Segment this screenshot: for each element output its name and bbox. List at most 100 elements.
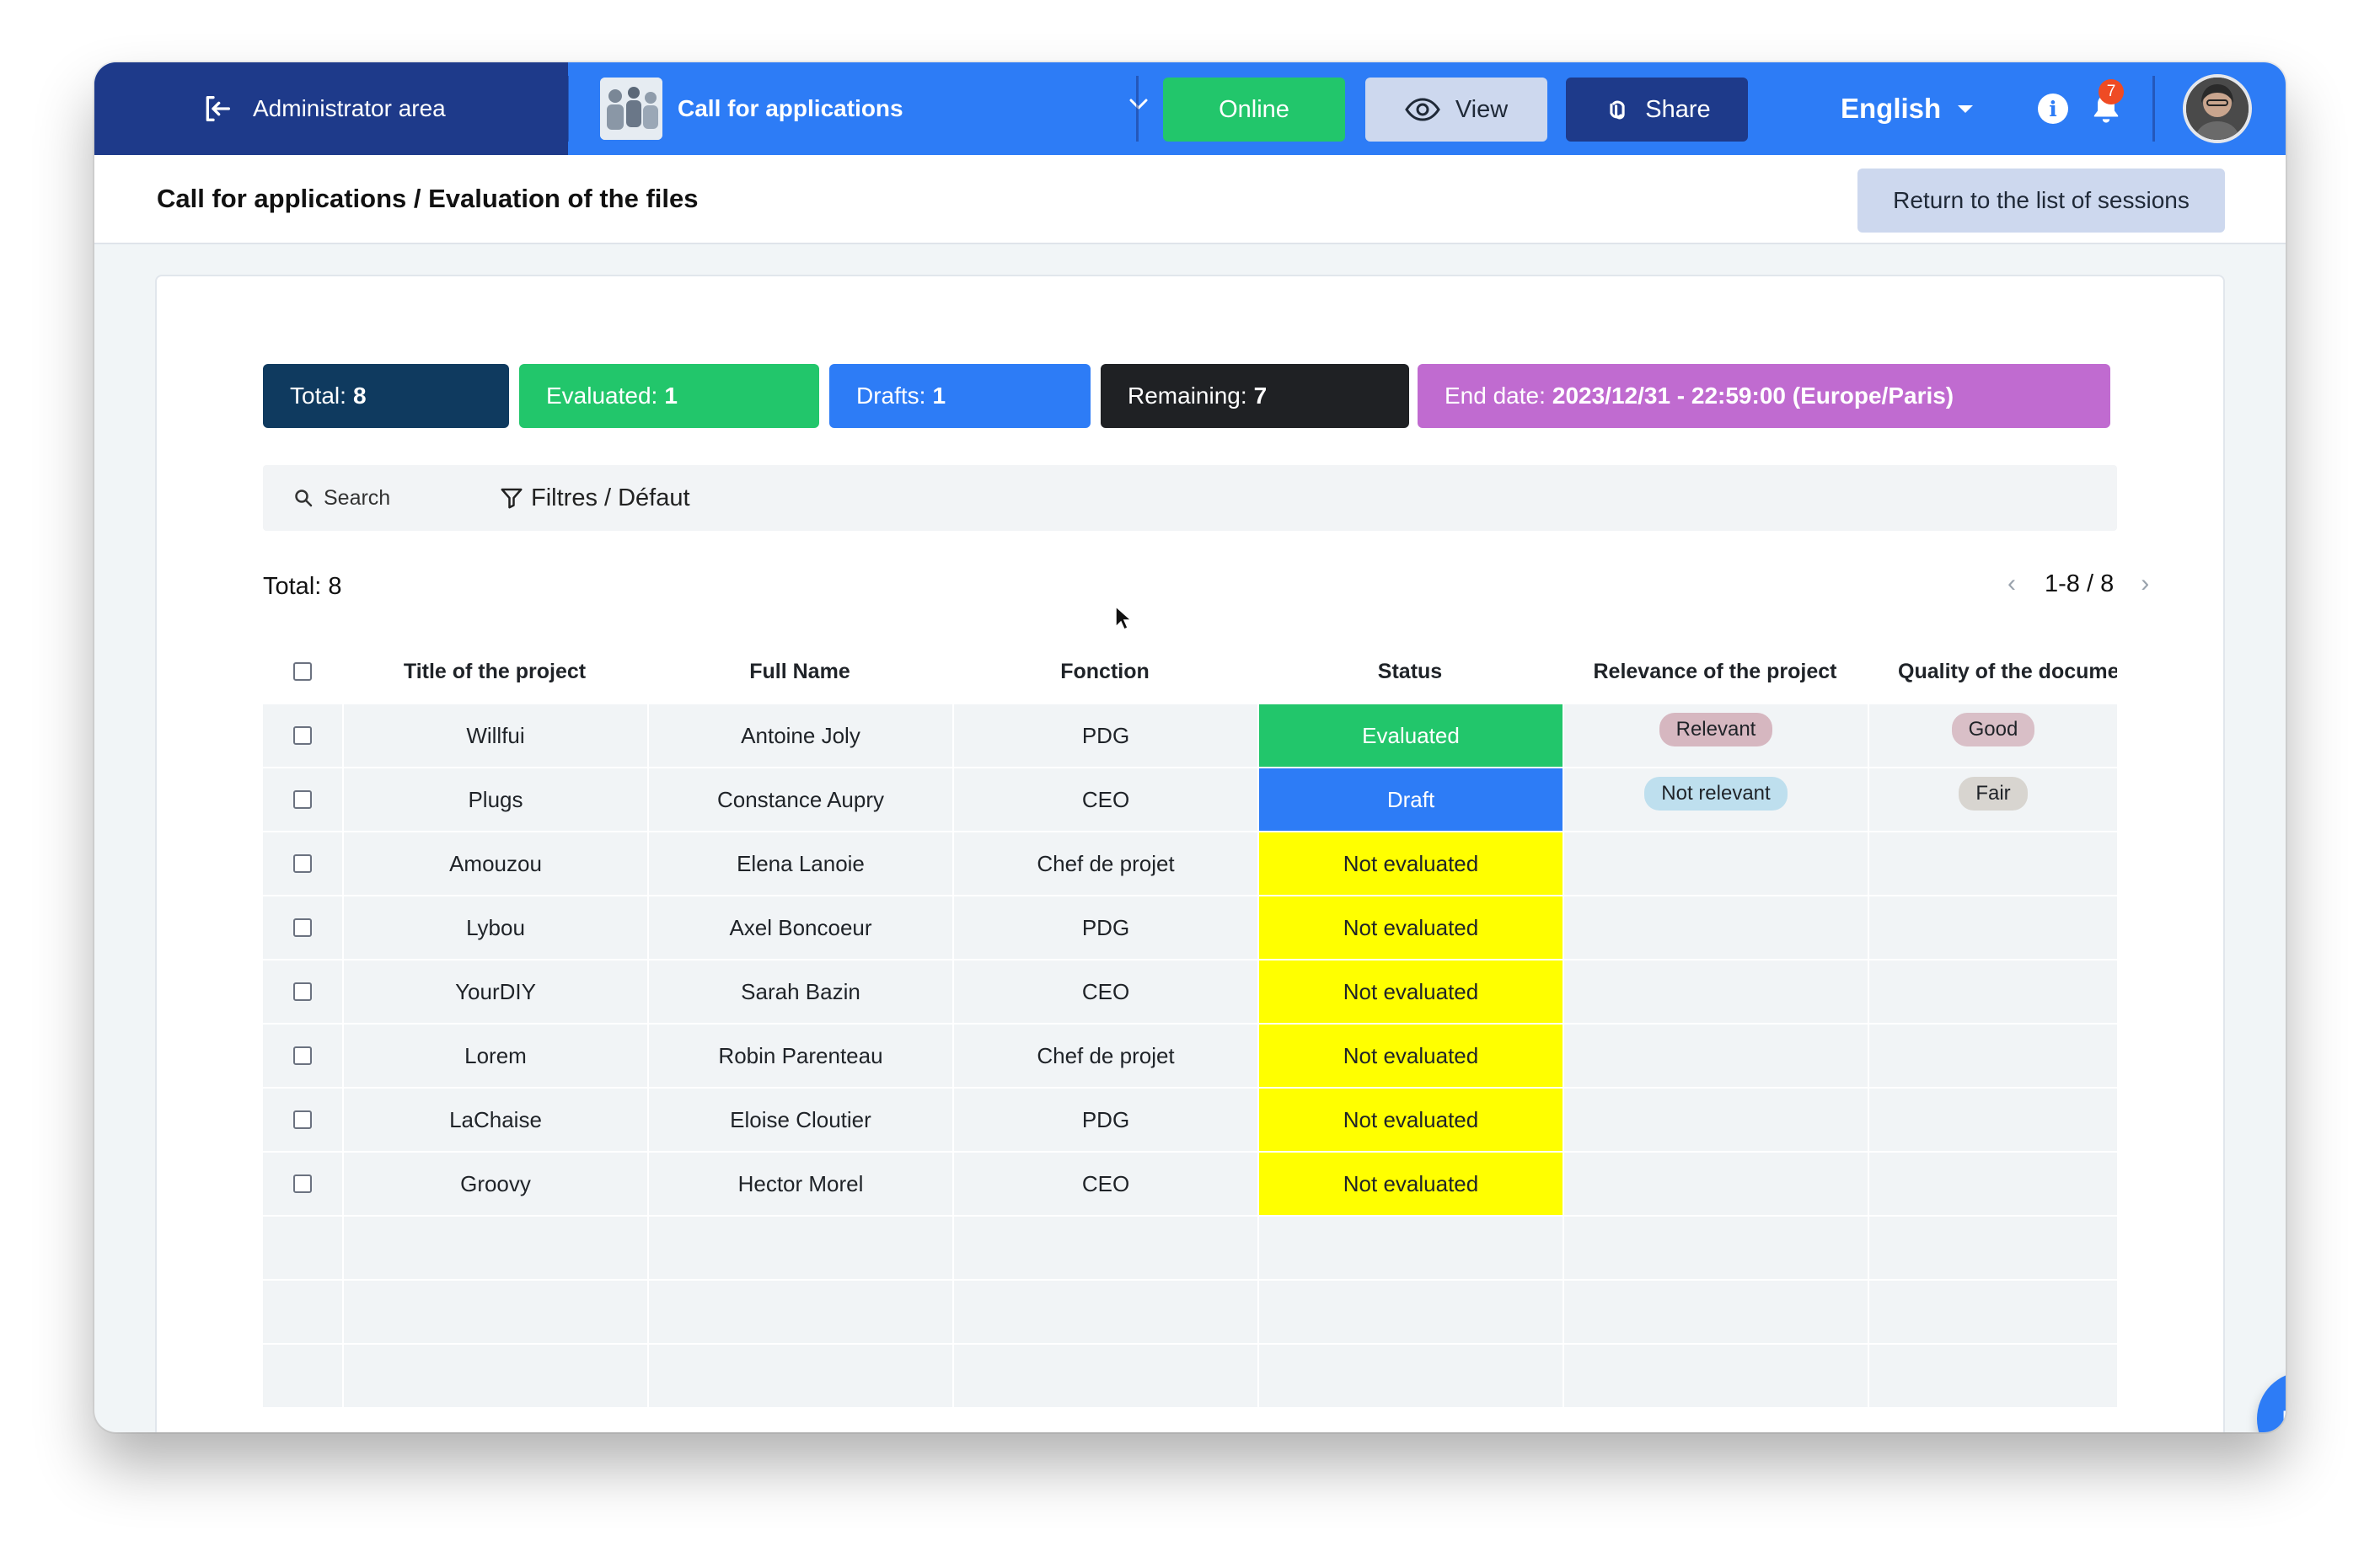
empty-table-row [263, 1281, 2117, 1345]
filters-label: Filtres / Défaut [531, 484, 690, 511]
stat-total: Total: 8 [263, 364, 509, 428]
view-button[interactable]: View [1365, 78, 1547, 142]
cell-fonction: Chef de projet [954, 832, 1257, 895]
row-checkbox[interactable] [293, 790, 312, 809]
table-cell [1869, 1153, 2117, 1215]
table-cell [1259, 1281, 1563, 1343]
table-row[interactable]: YourDIY Sarah Bazin CEO Not evaluated [263, 960, 2117, 1025]
status-cell: Not evaluated [1259, 832, 1563, 895]
filters-dropdown[interactable]: Filtres / Défaut [499, 465, 690, 531]
language-label: English [1841, 93, 1942, 124]
stat-drafts-value: 1 [932, 383, 946, 409]
cell-title: LaChaise [344, 1089, 647, 1151]
row-checkbox[interactable] [293, 918, 312, 937]
table-cell [344, 1217, 647, 1279]
table-cell [649, 1281, 952, 1343]
call-for-applications-selector[interactable]: Call for applications [568, 62, 1177, 155]
table-cell [1564, 1153, 1868, 1215]
exit-icon [206, 96, 230, 121]
cell-fonction: PDG [954, 1089, 1257, 1151]
row-checkbox[interactable] [293, 1110, 312, 1129]
cell-title: Lybou [344, 896, 647, 959]
table-cell: Fair [1869, 768, 2117, 831]
table-row[interactable]: Willfui Antoine Joly PDG Evaluated Relevant G… [263, 704, 2117, 768]
cell-fonction: CEO [954, 1153, 1257, 1215]
administrator-area-link[interactable]: Administrator area [94, 62, 568, 155]
relevance-tag: Relevant [1659, 713, 1773, 746]
share-label: Share [1645, 95, 1711, 123]
pagination-range: 1-8 / 8 [2045, 570, 2115, 597]
cell-full-name: Axel Boncoeur [649, 896, 952, 959]
filter-icon [501, 488, 523, 509]
share-button[interactable]: Share [1566, 78, 1748, 142]
column-header-fonction[interactable]: Fonction [952, 639, 1257, 704]
row-checkbox[interactable] [293, 982, 312, 1001]
table-cell [1869, 896, 2117, 959]
table-row[interactable]: Lybou Axel Boncoeur PDG Not evaluated [263, 896, 2117, 960]
language-selector[interactable]: English [1841, 62, 1974, 155]
quality-tag: Good [1951, 713, 2035, 746]
stat-remaining-label: Remaining: [1128, 383, 1247, 409]
breadcrumb: Call for applications / Evaluation of th… [157, 184, 699, 213]
caret-down-icon [1958, 104, 1974, 113]
chevron-down-icon [1129, 99, 1148, 110]
table-cell [954, 1217, 1257, 1279]
stat-remaining-value: 7 [1253, 383, 1268, 409]
search-input[interactable]: Search [293, 465, 390, 531]
help-button[interactable]: Help [2257, 1372, 2286, 1432]
avatar[interactable] [2183, 74, 2252, 143]
notification-badge: 7 [2099, 79, 2124, 104]
call-for-applications-label: Call for applications [678, 95, 903, 121]
cell-title: Lorem [344, 1025, 647, 1087]
page-header: Call for applications / Evaluation of th… [94, 155, 2286, 244]
table-body: Willfui Antoine Joly PDG Evaluated Relevant G… [263, 704, 2117, 1409]
cell-fonction: Chef de projet [954, 1025, 1257, 1087]
table-cell [954, 1345, 1257, 1407]
cell-title: Willfui [344, 704, 647, 767]
table-header: Title of the project Full Name Fonction … [263, 639, 2117, 704]
table-cell [1869, 1217, 2117, 1279]
table-row[interactable]: Lorem Robin Parenteau Chef de projet Not ev… [263, 1025, 2117, 1089]
row-checkbox[interactable] [293, 854, 312, 873]
table-row[interactable]: Plugs Constance Aupry CEO Draft Not relevant… [263, 768, 2117, 832]
table-cell [649, 1345, 952, 1407]
column-header-full-name[interactable]: Full Name [647, 639, 952, 704]
table-cell [1564, 1281, 1868, 1343]
administrator-area-label: Administrator area [253, 95, 446, 121]
table-cell [1259, 1217, 1563, 1279]
table-row[interactable]: Amouzou Elena Lanoie Chef de projet Not eva… [263, 832, 2117, 896]
search-toolbar: Search Filtres / Défaut [263, 465, 2117, 531]
stat-total-label: Total: [290, 383, 346, 409]
chevron-left-icon[interactable]: ‹ [2007, 570, 2016, 598]
row-checkbox[interactable] [293, 1046, 312, 1065]
return-to-sessions-button[interactable]: Return to the list of sessions [1857, 169, 2225, 233]
table-row[interactable]: Groovy Hector Morel CEO Not evaluated [263, 1153, 2117, 1217]
app-window: Administrator area Call for applications… [94, 62, 2286, 1432]
table-cell [1564, 960, 1868, 1023]
divider [1136, 76, 1139, 142]
status-cell: Draft [1259, 768, 1563, 831]
column-header-relevance[interactable]: Relevance of the project [1563, 639, 1868, 704]
chevron-right-icon[interactable]: › [2141, 570, 2149, 598]
select-all-checkbox[interactable] [293, 662, 312, 681]
view-label: View [1455, 95, 1509, 123]
cell-full-name: Antoine Joly [649, 704, 952, 767]
table-row[interactable]: LaChaise Eloise Cloutier PDG Not evaluated [263, 1089, 2117, 1153]
table-cell [954, 1281, 1257, 1343]
row-checkbox[interactable] [293, 1174, 312, 1193]
column-header-quality[interactable]: Quality of the documen [1868, 639, 2117, 704]
info-icon[interactable]: i [2038, 94, 2068, 124]
stat-drafts: Drafts: 1 [829, 364, 1091, 428]
column-header-title[interactable]: Title of the project [342, 639, 647, 704]
column-header-status[interactable]: Status [1257, 639, 1563, 704]
pagination: ‹ 1-8 / 8 › [2007, 570, 2149, 598]
row-checkbox[interactable] [293, 726, 312, 745]
stat-evaluated: Evaluated: 1 [519, 364, 819, 428]
status-cell: Evaluated [1259, 704, 1563, 767]
results-total: Total: 8 [263, 573, 342, 600]
table-cell [1869, 960, 2117, 1023]
cell-fonction: PDG [954, 704, 1257, 767]
table-cell [344, 1345, 647, 1407]
share-link-icon [1610, 100, 1625, 120]
online-button[interactable]: Online [1163, 78, 1345, 142]
